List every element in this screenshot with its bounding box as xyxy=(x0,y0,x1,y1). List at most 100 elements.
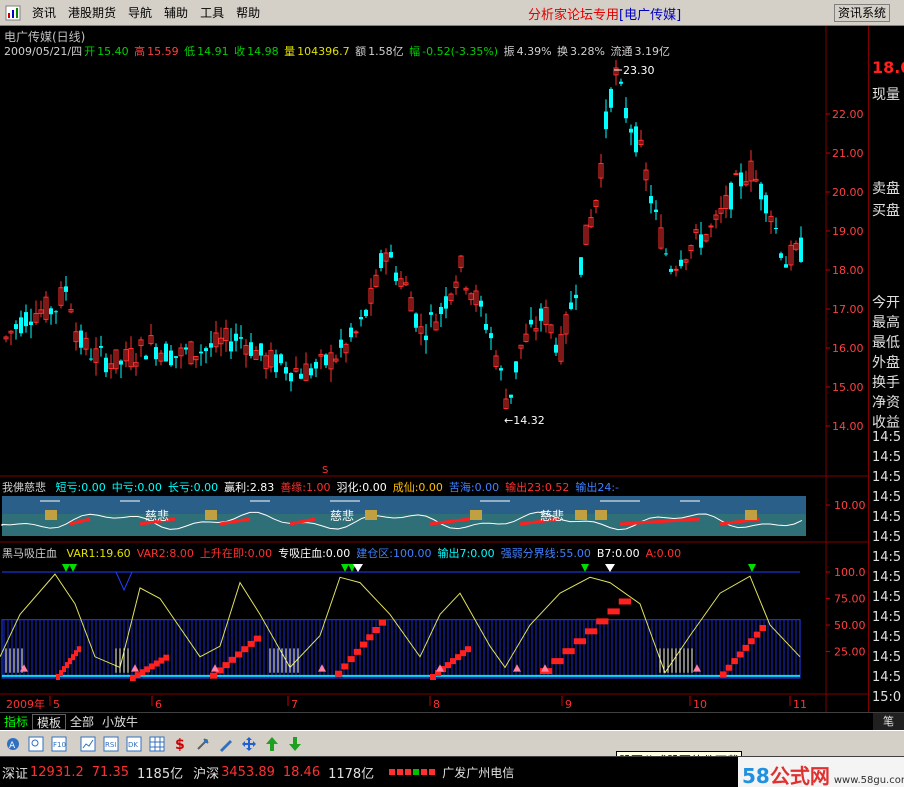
sell-signal-icon: S xyxy=(322,465,328,476)
indicator1-value-9: 输出24:- xyxy=(575,481,620,494)
menu-assist[interactable]: 辅助 xyxy=(158,2,194,24)
indicator2-value-5: 输出7:0.00 xyxy=(437,547,495,560)
tab-all[interactable]: 全部 xyxy=(66,714,98,730)
move-icon[interactable] xyxy=(238,734,259,754)
chart-type-icon[interactable]: A xyxy=(2,734,23,754)
candle-body xyxy=(554,344,558,353)
tab-indicator[interactable]: 指标 xyxy=(0,714,32,730)
f10-icon[interactable]: F10 xyxy=(48,734,69,754)
candle-body xyxy=(279,354,283,364)
indicator2-value-1: VAR2:8.00 xyxy=(136,547,194,560)
buy-arrow-icon xyxy=(318,664,326,672)
tools-icon[interactable] xyxy=(192,734,213,754)
quote-info: 2009/05/21/四开 15.40 高 15.59 低 14.91 收 14.98 … xyxy=(4,45,670,58)
x-year-label: 2009年 xyxy=(6,697,45,711)
candle-body xyxy=(154,347,158,360)
x-month-label: 10 xyxy=(693,698,707,711)
var2-step xyxy=(360,641,368,648)
tick-time: 14:5 xyxy=(872,630,902,645)
tick-time: 14:5 xyxy=(872,570,902,585)
var2-step xyxy=(736,651,744,658)
var2-step xyxy=(353,648,361,655)
tab-trades[interactable]: 笔 xyxy=(873,713,904,731)
candle-body xyxy=(624,107,628,119)
candle-body xyxy=(389,252,393,258)
search-icon[interactable] xyxy=(25,734,46,754)
indicator1-stamp: 慈悲 xyxy=(330,508,354,523)
indicator2-axis-label: 50.00 xyxy=(834,619,866,632)
price-tick-label: 20.00 xyxy=(832,186,864,199)
tab-xiaofangniu[interactable]: 小放牛 xyxy=(98,714,142,730)
trend-chart-icon[interactable] xyxy=(77,734,98,754)
candle-body xyxy=(89,358,93,360)
pen-icon[interactable] xyxy=(215,734,236,754)
var2-step xyxy=(562,648,575,655)
var2-step xyxy=(341,663,349,670)
var2-step xyxy=(725,664,733,671)
candle-body xyxy=(774,227,778,230)
chart-area[interactable]: 22.00 21.00 20.00 19.00 18.00 17.00 16.00 15.00… xyxy=(0,26,868,738)
var2-step xyxy=(720,671,727,678)
var2-step xyxy=(551,658,564,665)
info-system-button[interactable]: 资讯系统 xyxy=(834,4,891,22)
buy-arrow-icon xyxy=(20,664,28,672)
tick-time: 14:5 xyxy=(872,470,902,485)
quote-field-label: 净资 xyxy=(872,395,900,411)
kline-chart[interactable]: 22.00 21.00 20.00 19.00 18.00 17.00 16.00 15.00… xyxy=(0,26,868,712)
app-logo-icon[interactable] xyxy=(0,2,26,24)
indicator1-stamp: 慈悲 xyxy=(540,508,564,523)
arrow-down-icon[interactable] xyxy=(284,734,305,754)
price-tick-label: 15.00 xyxy=(832,381,864,394)
candle-body xyxy=(708,225,714,228)
indicator1-stamp: 慈悲 xyxy=(145,508,169,523)
menu-tools[interactable]: 工具 xyxy=(194,2,230,24)
boat-icon xyxy=(575,510,587,520)
price-tick-label: 21.00 xyxy=(832,147,864,160)
candle-body xyxy=(364,309,368,317)
boat-icon xyxy=(365,510,377,520)
quote-field-label: 收益 xyxy=(872,415,900,431)
arrow-up-icon[interactable] xyxy=(261,734,282,754)
candle-body xyxy=(529,319,533,325)
var2-step xyxy=(335,670,343,677)
indicator2-value-4: 建仓区:100.00 xyxy=(356,547,432,560)
candle-body xyxy=(234,333,238,341)
tick-time: 14:5 xyxy=(872,590,902,605)
hs-index: 3453.89 xyxy=(221,764,275,780)
indicator2-value-0: VAR1:19.60 xyxy=(66,547,131,560)
hs-label: 沪深 xyxy=(193,766,220,782)
indicator2-header: 黑马吸庄血 VAR1:19.60 VAR2:8.00 上升在即:0.00 专吸庄血:0… xyxy=(2,547,682,560)
tab-template[interactable]: 模板 xyxy=(32,713,67,730)
candle-body xyxy=(439,306,443,315)
x-month-label: 8 xyxy=(433,698,440,711)
sz-change: 71.35 xyxy=(91,764,129,780)
candle-body xyxy=(484,323,488,330)
ddx-icon[interactable]: DK xyxy=(123,734,144,754)
var2-step xyxy=(241,646,249,653)
grid-icon[interactable] xyxy=(146,734,167,754)
quote-field-label: 现量 xyxy=(872,87,900,103)
price-tick-label: 18.00 xyxy=(832,264,864,277)
tick-time: 14:5 xyxy=(872,610,902,625)
menu-news[interactable]: 资讯 xyxy=(26,2,62,24)
var2-step xyxy=(253,635,261,642)
candle-body xyxy=(174,356,178,358)
candle-body xyxy=(309,368,313,376)
current-price: 18.0 xyxy=(872,58,904,77)
svg-text:A: A xyxy=(9,741,16,751)
menu-hk-futures[interactable]: 港股期货 xyxy=(62,2,122,24)
indicator1-value-4: 善缘:1.00 xyxy=(280,481,331,494)
quote-field-label: 换手 xyxy=(872,375,900,391)
rsi-icon[interactable]: RSI xyxy=(100,734,121,754)
candle-body xyxy=(259,343,263,356)
candle-body xyxy=(569,302,573,309)
candle-body xyxy=(634,126,638,153)
var2-step xyxy=(618,598,631,605)
candle-body xyxy=(654,209,658,213)
money-icon[interactable]: $ xyxy=(169,734,190,754)
menu-help[interactable]: 帮助 xyxy=(230,2,266,24)
candle-body xyxy=(759,183,763,200)
menu-navigate[interactable]: 导航 xyxy=(122,2,158,24)
warning-arrow-icon xyxy=(353,564,363,572)
var2-step xyxy=(378,619,386,626)
